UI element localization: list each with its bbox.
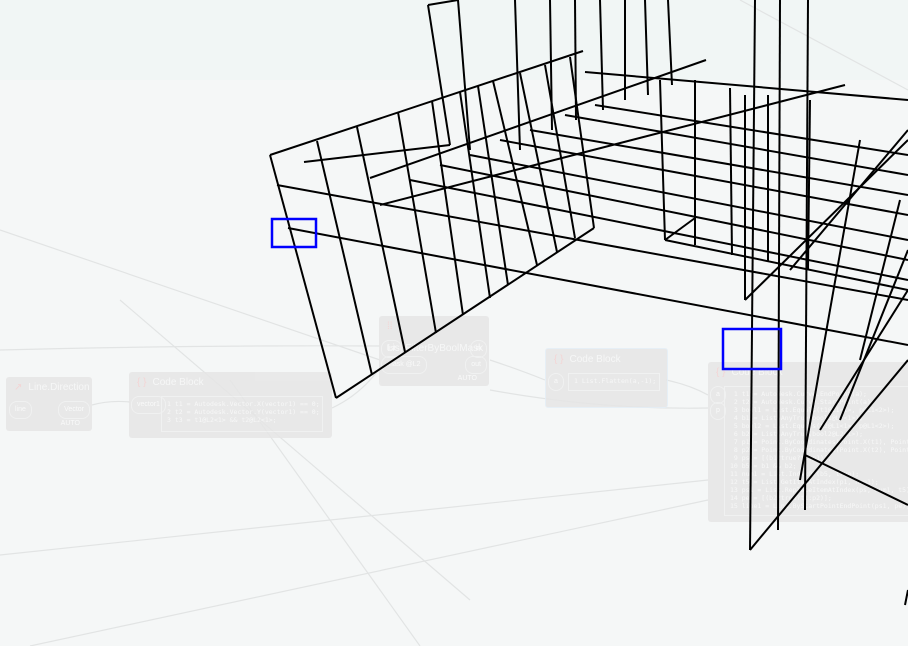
node-title: Code Block xyxy=(152,377,204,388)
list-icon: ⁞⁞ xyxy=(387,321,393,332)
code-editor[interactable]: 1 t1 = Autodesk.Curve.EndPoint(a); 2 t2 … xyxy=(724,386,908,516)
output-port-vector[interactable]: Vector xyxy=(58,401,90,419)
node-list-filter-by-bool-mask[interactable]: ⁞⁞List.FilterByBoolMask list mask @L2 in… xyxy=(379,316,489,386)
node-code-block-2[interactable]: { } Code Block a 1 List.Flatten(a,-1); xyxy=(545,348,668,408)
input-port-mask[interactable]: mask @L2 xyxy=(381,356,427,374)
node-title: Code Block xyxy=(569,354,621,365)
output-port-out[interactable]: out xyxy=(465,356,487,374)
node-line-direction[interactable]: ↗ Line.Direction line Vector AUTO xyxy=(6,377,92,431)
wire[interactable] xyxy=(0,345,381,351)
code-block-icon: { } xyxy=(137,377,147,388)
wire[interactable] xyxy=(665,379,709,396)
run-mode[interactable]: AUTO xyxy=(458,375,477,382)
input-port-a[interactable]: a xyxy=(548,373,564,391)
line-direction-icon: ↗ xyxy=(14,382,23,393)
wire[interactable] xyxy=(91,400,131,406)
node-title: Code Block xyxy=(731,367,783,378)
node-title: Line.Direction xyxy=(28,382,90,393)
code-block-icon: { } xyxy=(716,367,726,378)
input-port-line[interactable]: line xyxy=(9,401,32,419)
wire[interactable] xyxy=(331,367,381,409)
node-code-block-3[interactable]: { } Code Block a p 1 t1 = Autodesk.Curve.… xyxy=(708,362,908,522)
code-editor[interactable]: 1 t1 = Autodesk.Vector.X(vector1) == 0; 2… xyxy=(161,396,323,432)
code-editor[interactable]: 1 List.Flatten(a,-1); xyxy=(568,373,660,391)
code-block-icon: { } xyxy=(554,354,564,365)
list-level[interactable]: @L2 xyxy=(406,361,421,368)
wire[interactable] xyxy=(489,359,546,381)
node-code-block-1[interactable]: { } Code Block vector1 1 t1 = Autodesk.Ve… xyxy=(129,372,332,438)
run-mode[interactable]: AUTO xyxy=(61,420,80,427)
